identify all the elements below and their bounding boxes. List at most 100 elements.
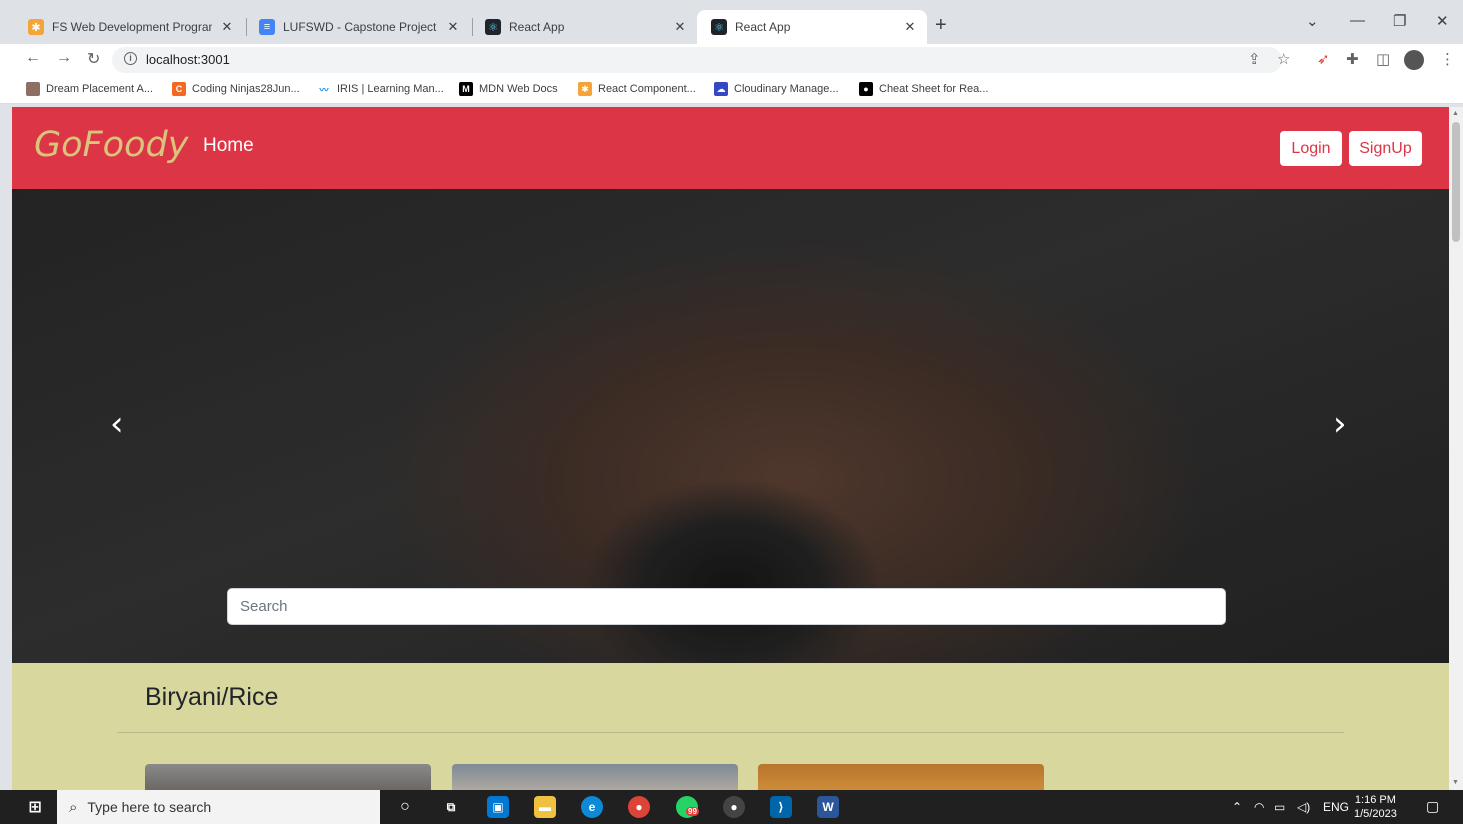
maximize-icon[interactable]: ❐ [1393, 12, 1406, 30]
react-icon: ⚛ [485, 19, 501, 35]
page-scrollbar[interactable]: ▲ ▼ [1449, 107, 1463, 790]
tab-title: React App [509, 20, 565, 34]
chrome-profile-icon[interactable]: ● [723, 796, 745, 818]
tab-react-app-active[interactable]: ⚛ React App ✕ [697, 10, 927, 44]
tab-react-app-1[interactable]: ⚛ React App ✕ [471, 10, 697, 44]
windows-start-icon[interactable]: ⊞ [24, 796, 46, 818]
extensions-puzzle-icon[interactable]: ✚ [1346, 50, 1359, 68]
bookmark-label: React Component... [598, 83, 696, 95]
tray-chevron-icon[interactable]: ⌃ [1232, 800, 1242, 814]
scroll-down-icon[interactable]: ▼ [1452, 779, 1459, 786]
food-card-image[interactable] [452, 764, 738, 790]
browser-tabstrip: ✱ FS Web Development Program M ✕ ≡ LUFSW… [0, 0, 1463, 44]
bookmarks-bar: Dream Placement A... C Coding Ninjas28Ju… [0, 76, 1463, 104]
taskbar-search-placeholder: Type here to search [87, 799, 212, 815]
chrome-icon[interactable]: ● [628, 796, 650, 818]
taskbar-search-box[interactable]: ⌕ Type here to search [57, 790, 380, 824]
notification-icon[interactable]: ▢ [1426, 798, 1439, 815]
bookmark-label: Coding Ninjas28Jun... [192, 83, 300, 95]
bookmark-iris[interactable]: 〰 IRIS | Learning Man... [317, 82, 444, 96]
volume-icon[interactable]: ◁) [1297, 800, 1310, 814]
brand-logo[interactable]: GoFoody [34, 125, 188, 165]
scrollbar-thumb[interactable] [1452, 122, 1460, 242]
forward-icon[interactable]: → [56, 49, 72, 67]
tab-capstone[interactable]: ≡ LUFSWD - Capstone Project - Go ✕ [245, 10, 470, 44]
search-input[interactable] [227, 588, 1226, 625]
menu-kebab-icon[interactable]: ⋮ [1440, 50, 1455, 68]
bookmark-label: IRIS | Learning Man... [337, 83, 444, 95]
window-close-icon[interactable]: ✕ [1436, 12, 1449, 30]
category-title: Biryani/Rice [145, 683, 279, 711]
bookmark-cheat-sheet[interactable]: ● Cheat Sheet for Rea... [859, 82, 988, 96]
word-icon[interactable]: W [817, 796, 839, 818]
bookmark-coding-ninjas[interactable]: C Coding Ninjas28Jun... [172, 82, 300, 96]
food-card-image[interactable] [758, 764, 1044, 790]
carousel-next-icon[interactable]: › [1333, 404, 1347, 444]
search-icon: ⌕ [69, 798, 78, 816]
address-bar[interactable]: i localhost:3001 [112, 47, 1282, 73]
bookmark-react-component[interactable]: ✱ React Component... [578, 82, 696, 96]
site-info-icon[interactable]: i [124, 52, 137, 65]
whatsapp-icon[interactable]: 99 [676, 796, 699, 818]
browser-toolbar: ← → ↻ i localhost:3001 ⇪ ☆ ➶ ✚ ◫ ⋮ [0, 44, 1463, 76]
web-page: GoFoody Home Login SignUp ‹ › Biryani/Ri… [12, 107, 1449, 790]
share-icon[interactable]: ⇪ [1248, 50, 1261, 68]
react-icon: ⚛ [711, 19, 727, 35]
vscode-icon[interactable]: ⟩ [770, 796, 792, 818]
url-text: localhost:3001 [146, 52, 230, 67]
cortana-icon[interactable]: ○ [394, 796, 416, 818]
clock-date: 1/5/2023 [1354, 808, 1397, 820]
task-view-icon[interactable]: ⧉ [440, 796, 462, 818]
windows-taskbar: ⊞ ⌕ Type here to search ○ ⧉ ▣ ▬ e ● 99 ●… [0, 790, 1463, 824]
extension-icon[interactable]: ➶ [1317, 50, 1330, 68]
close-icon[interactable]: ✕ [903, 19, 917, 35]
bookmark-label: MDN Web Docs [479, 83, 558, 95]
wifi-icon[interactable]: ◠ [1254, 800, 1264, 814]
cloudinary-icon: ☁ [714, 82, 728, 96]
close-icon[interactable]: ✕ [220, 19, 234, 35]
site-navbar: GoFoody Home Login SignUp [12, 107, 1449, 189]
bookmark-favicon-icon [26, 82, 40, 96]
tab-search-chevron-icon[interactable]: ⌄ [1306, 12, 1319, 30]
whatsapp-badge: 99 [686, 807, 699, 816]
side-panel-icon[interactable]: ◫ [1376, 50, 1390, 68]
medium-icon: ● [859, 82, 873, 96]
file-explorer-icon[interactable]: ▬ [534, 796, 556, 818]
login-button[interactable]: Login [1280, 131, 1342, 166]
bookmark-cloudinary[interactable]: ☁ Cloudinary Manage... [714, 82, 839, 96]
tab-favicon-icon: ✱ [28, 19, 44, 35]
food-card-image[interactable] [145, 764, 431, 790]
bookmark-mdn[interactable]: M MDN Web Docs [459, 82, 558, 96]
tab-fs-web-dev[interactable]: ✱ FS Web Development Program M ✕ [14, 10, 244, 44]
system-clock[interactable]: 1:16 PM 1/5/2023 [1354, 793, 1397, 821]
nav-link-home[interactable]: Home [203, 135, 254, 157]
profile-avatar[interactable] [1404, 50, 1424, 70]
back-icon[interactable]: ← [25, 49, 41, 67]
reload-icon[interactable]: ↻ [87, 49, 100, 69]
bookmark-star-icon[interactable]: ☆ [1277, 50, 1290, 68]
signup-button[interactable]: SignUp [1349, 131, 1422, 166]
battery-icon[interactable]: ▭ [1274, 800, 1285, 814]
docs-icon: ≡ [259, 19, 275, 35]
bookmark-label: Cloudinary Manage... [734, 83, 839, 95]
coding-ninjas-icon: C [172, 82, 186, 96]
close-icon[interactable]: ✕ [673, 19, 687, 35]
tab-title: React App [735, 20, 791, 34]
store-icon[interactable]: ▣ [487, 796, 509, 818]
bookmark-label: Cheat Sheet for Rea... [879, 83, 989, 95]
category-divider [117, 732, 1344, 733]
hero-carousel: ‹ › [12, 189, 1449, 663]
carousel-prev-icon[interactable]: ‹ [110, 404, 124, 444]
tab-title: LUFSWD - Capstone Project - Go [283, 20, 438, 34]
bookmark-dream-placement[interactable]: Dream Placement A... [26, 82, 153, 96]
iris-icon: 〰 [317, 82, 331, 96]
new-tab-icon[interactable]: + [935, 14, 947, 37]
tab-title: FS Web Development Program M [52, 20, 212, 34]
minimize-icon[interactable]: — [1350, 12, 1365, 29]
language-indicator[interactable]: ENG [1323, 800, 1349, 814]
close-icon[interactable]: ✕ [446, 19, 460, 35]
bookmark-favicon-icon: ✱ [578, 82, 592, 96]
scroll-up-icon[interactable]: ▲ [1452, 110, 1459, 117]
bookmark-label: Dream Placement A... [46, 83, 153, 95]
edge-icon[interactable]: e [581, 796, 603, 818]
